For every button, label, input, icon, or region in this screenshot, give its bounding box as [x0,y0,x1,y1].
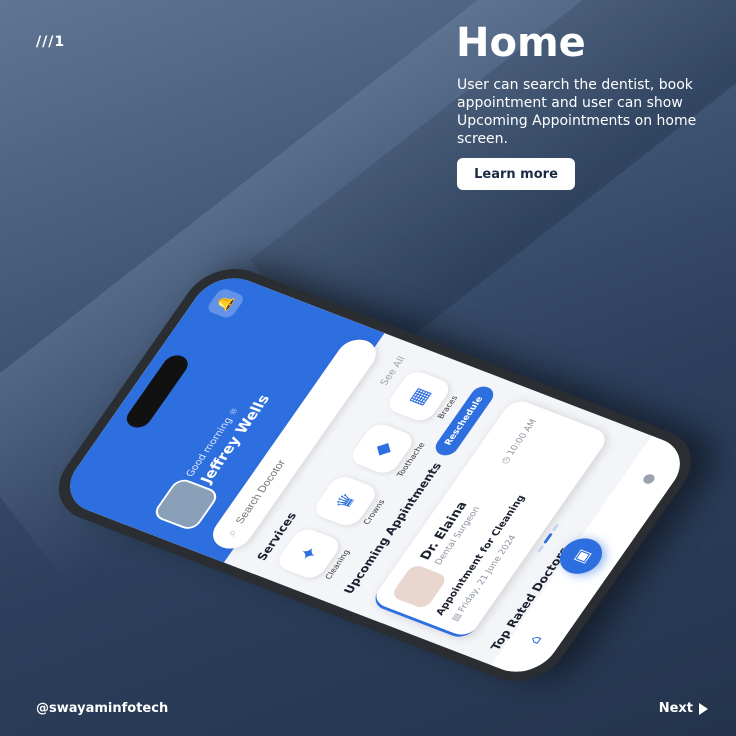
search-icon: ⌕ [223,527,242,539]
profile-icon[interactable]: ● [638,471,659,486]
doctor-photo [390,563,449,610]
slide-number: ///1 [36,34,66,50]
appointment-time: ◷ 10:00 AM [500,418,540,465]
time-value: 10:00 AM [505,418,540,457]
slide-title: Home [456,20,586,66]
phone-mockup: 🔔 Good morning ☼ Jeffrey Wells ⌕ Service… [20,190,709,694]
clipboard-icon[interactable]: ▣ [551,532,611,580]
next-label: Next [658,701,693,716]
phone-screen: 🔔 Good morning ☼ Jeffrey Wells ⌕ Service… [55,268,695,682]
next-button[interactable]: Next [659,701,708,716]
play-arrow-icon [699,702,708,715]
social-handle: @swayaminfotech [36,701,169,716]
learn-more-button[interactable]: Learn more [457,158,575,190]
slide-description: User can search the dentist, book appoin… [457,77,697,147]
home-icon[interactable]: ⌂ [526,633,545,646]
phone-frame: 🔔 Good morning ☼ Jeffrey Wells ⌕ Service… [41,256,709,694]
